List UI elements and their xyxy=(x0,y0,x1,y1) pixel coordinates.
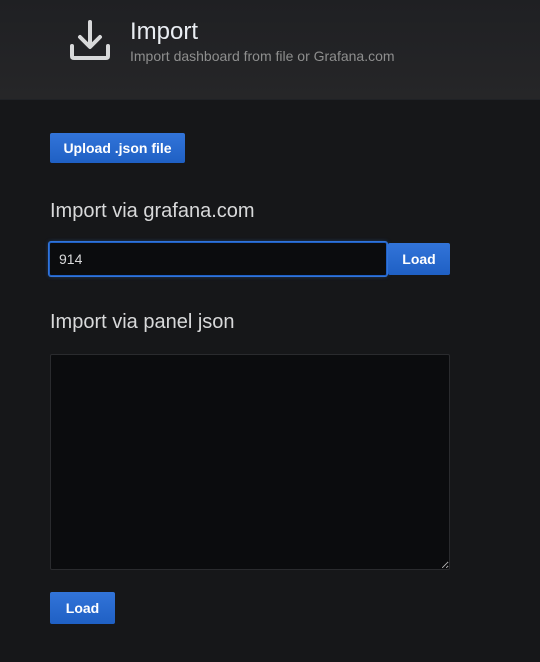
download-icon xyxy=(68,18,112,62)
upload-json-button[interactable]: Upload .json file xyxy=(50,133,185,163)
load-panel-json-button[interactable]: Load xyxy=(50,592,115,624)
panel-json-heading: Import via panel json xyxy=(50,311,235,333)
load-grafana-com-button[interactable]: Load xyxy=(388,243,450,275)
grafana-com-heading: Import via grafana.com xyxy=(50,200,255,222)
grafana-com-id-input[interactable] xyxy=(49,242,387,276)
page-header: Import Import dashboard from file or Gra… xyxy=(0,0,540,100)
panel-json-textarea[interactable] xyxy=(50,354,450,570)
page-subtitle: Import dashboard from file or Grafana.co… xyxy=(130,48,395,64)
page-title: Import xyxy=(130,18,199,45)
